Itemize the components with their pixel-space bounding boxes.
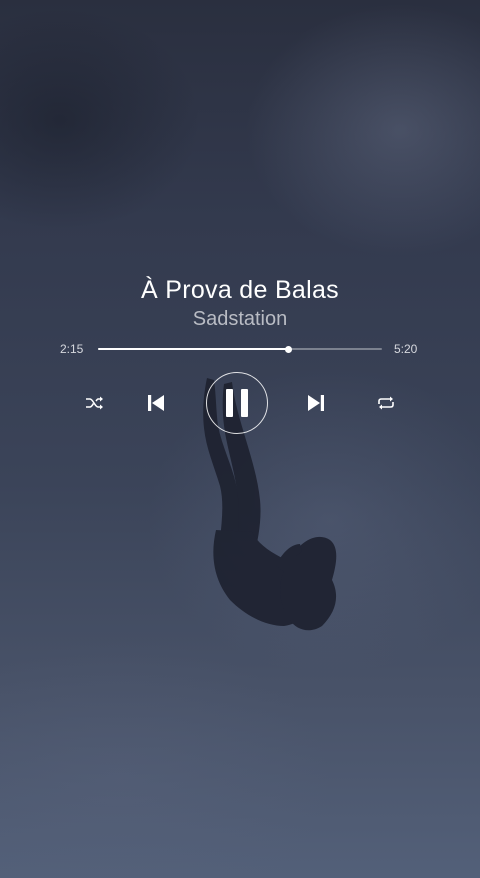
skip-previous-icon bbox=[148, 395, 164, 411]
repeat-icon bbox=[378, 396, 394, 410]
song-title: À Prova de Balas bbox=[141, 276, 339, 304]
pause-button[interactable] bbox=[206, 372, 268, 434]
repeat-button[interactable] bbox=[373, 391, 399, 415]
shuffle-icon bbox=[86, 396, 103, 410]
next-track-button[interactable] bbox=[302, 391, 330, 415]
progress-bar[interactable] bbox=[98, 345, 382, 353]
previous-track-button[interactable] bbox=[142, 391, 170, 415]
artist-name: Sadstation bbox=[192, 308, 288, 330]
background-figure-illustration bbox=[203, 378, 337, 631]
progress-fill bbox=[98, 348, 289, 350]
elapsed-time: 2:15 bbox=[60, 342, 84, 356]
pause-icon bbox=[226, 389, 248, 417]
skip-next-icon bbox=[308, 395, 324, 411]
shuffle-button[interactable] bbox=[82, 391, 108, 415]
total-duration: 5:20 bbox=[394, 342, 418, 356]
progress-knob[interactable] bbox=[284, 345, 292, 353]
